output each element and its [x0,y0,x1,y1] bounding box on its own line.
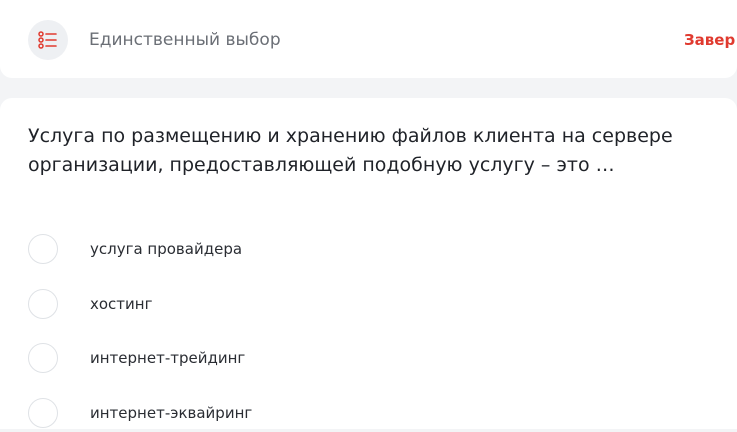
option-label: интернет-трейдинг [90,349,246,367]
radio-button[interactable] [28,343,58,373]
answer-option[interactable]: интернет-эквайринг [28,398,708,432]
question-type-header: Единственный выбор Завер [0,0,737,78]
answer-option[interactable]: услуга провайдера [28,234,708,268]
question-type-label: Единственный выбор [89,30,281,50]
question-card: Услуга по размещению и хранению файлов к… [0,98,737,429]
question-text: Услуга по размещению и хранению файлов к… [28,122,728,180]
radio-button[interactable] [28,234,58,264]
option-label: услуга провайдера [90,240,243,258]
answer-option[interactable]: хостинг [28,289,708,323]
list-icon [28,20,68,60]
question-line-1: Услуга по размещению и хранению файлов к… [28,125,673,147]
radio-button[interactable] [28,398,58,428]
finish-button[interactable]: Завер [684,29,735,51]
radio-button[interactable] [28,289,58,319]
question-line-2: организации, предоставляющей подобную ус… [28,154,615,176]
answer-option[interactable]: интернет-трейдинг [28,343,708,377]
option-label: хостинг [90,295,153,313]
option-label: интернет-эквайринг [90,404,253,422]
